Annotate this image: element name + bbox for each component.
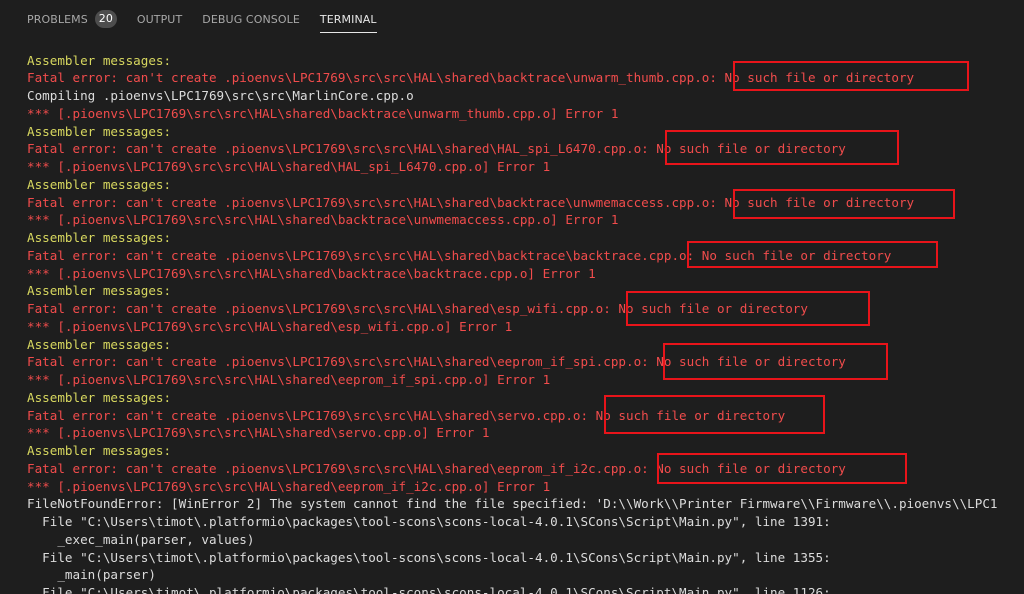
terminal-line-assembler: Assembler messages:	[27, 124, 172, 139]
terminal-output[interactable]: Assembler messages: Fatal error: can't c…	[0, 46, 1024, 594]
tab-debug-console-label: DEBUG CONSOLE	[202, 12, 300, 26]
terminal-line-error-1: *** [.pioenvs\LPC1769\src\src\HAL\shared…	[27, 425, 490, 440]
terminal-line-assembler: Assembler messages:	[27, 230, 172, 245]
tab-terminal[interactable]: TERMINAL	[319, 0, 377, 38]
terminal-line-fatal-error: Fatal error: can't create .pioenvs\LPC17…	[27, 301, 808, 316]
terminal-line-filenotfound: FileNotFoundError: [WinError 2] The syst…	[27, 496, 998, 511]
terminal-line-error-1: *** [.pioenvs\LPC1769\src\src\HAL\shared…	[27, 106, 619, 121]
problems-count-badge: 20	[94, 10, 117, 28]
terminal-line-assembler: Assembler messages:	[27, 443, 172, 458]
terminal-line-error-1: *** [.pioenvs\LPC1769\src\src\HAL\shared…	[27, 319, 513, 334]
terminal-line-fatal-error: Fatal error: can't create .pioenvs\LPC17…	[27, 408, 786, 423]
terminal-line-traceback-code: _exec_main(parser, values)	[27, 532, 255, 547]
panel-tab-bar: PROBLEMS 20 OUTPUT DEBUG CONSOLE TERMINA…	[0, 0, 1024, 38]
terminal-line-fatal-error: Fatal error: can't create .pioenvs\LPC17…	[27, 195, 915, 210]
terminal-line-fatal-error: Fatal error: can't create .pioenvs\LPC17…	[27, 70, 915, 85]
terminal-line-fatal-error: Fatal error: can't create .pioenvs\LPC17…	[27, 141, 846, 156]
terminal-line-traceback-code: _main(parser)	[27, 567, 156, 582]
tab-problems[interactable]: PROBLEMS 20	[27, 0, 117, 38]
terminal-line-error-1: *** [.pioenvs\LPC1769\src\src\HAL\shared…	[27, 212, 619, 227]
terminal-line-error-1: *** [.pioenvs\LPC1769\src\src\HAL\shared…	[27, 266, 596, 281]
terminal-line-traceback-file: File "C:\Users\timot\.platformio\package…	[27, 514, 831, 529]
tab-output[interactable]: OUTPUT	[137, 0, 182, 38]
terminal-line-traceback-file: File "C:\Users\timot\.platformio\package…	[27, 585, 831, 594]
terminal-panel: PROBLEMS 20 OUTPUT DEBUG CONSOLE TERMINA…	[0, 0, 1024, 594]
terminal-line-fatal-error: Fatal error: can't create .pioenvs\LPC17…	[27, 248, 892, 263]
terminal-line-fatal-error: Fatal error: can't create .pioenvs\LPC17…	[27, 461, 846, 476]
tab-problems-label: PROBLEMS	[27, 12, 88, 26]
terminal-line-assembler: Assembler messages:	[27, 177, 172, 192]
terminal-line-fatal-error: Fatal error: can't create .pioenvs\LPC17…	[27, 354, 846, 369]
tab-debug-console[interactable]: DEBUG CONSOLE	[202, 0, 300, 38]
tab-output-label: OUTPUT	[136, 12, 183, 26]
terminal-line-error-1: *** [.pioenvs\LPC1769\src\src\HAL\shared…	[27, 159, 551, 174]
tab-terminal-label: TERMINAL	[319, 12, 377, 26]
terminal-line-compiling: Compiling .pioenvs\LPC1769\src\src\Marli…	[27, 88, 414, 103]
terminal-line-assembler: Assembler messages:	[27, 53, 172, 68]
terminal-line-assembler: Assembler messages:	[27, 283, 172, 298]
terminal-line-error-1: *** [.pioenvs\LPC1769\src\src\HAL\shared…	[27, 372, 551, 387]
terminal-line-traceback-file: File "C:\Users\timot\.platformio\package…	[27, 550, 831, 565]
terminal-line-assembler: Assembler messages:	[27, 337, 172, 352]
terminal-line-assembler: Assembler messages:	[27, 390, 172, 405]
terminal-line-error-1: *** [.pioenvs\LPC1769\src\src\HAL\shared…	[27, 479, 551, 494]
